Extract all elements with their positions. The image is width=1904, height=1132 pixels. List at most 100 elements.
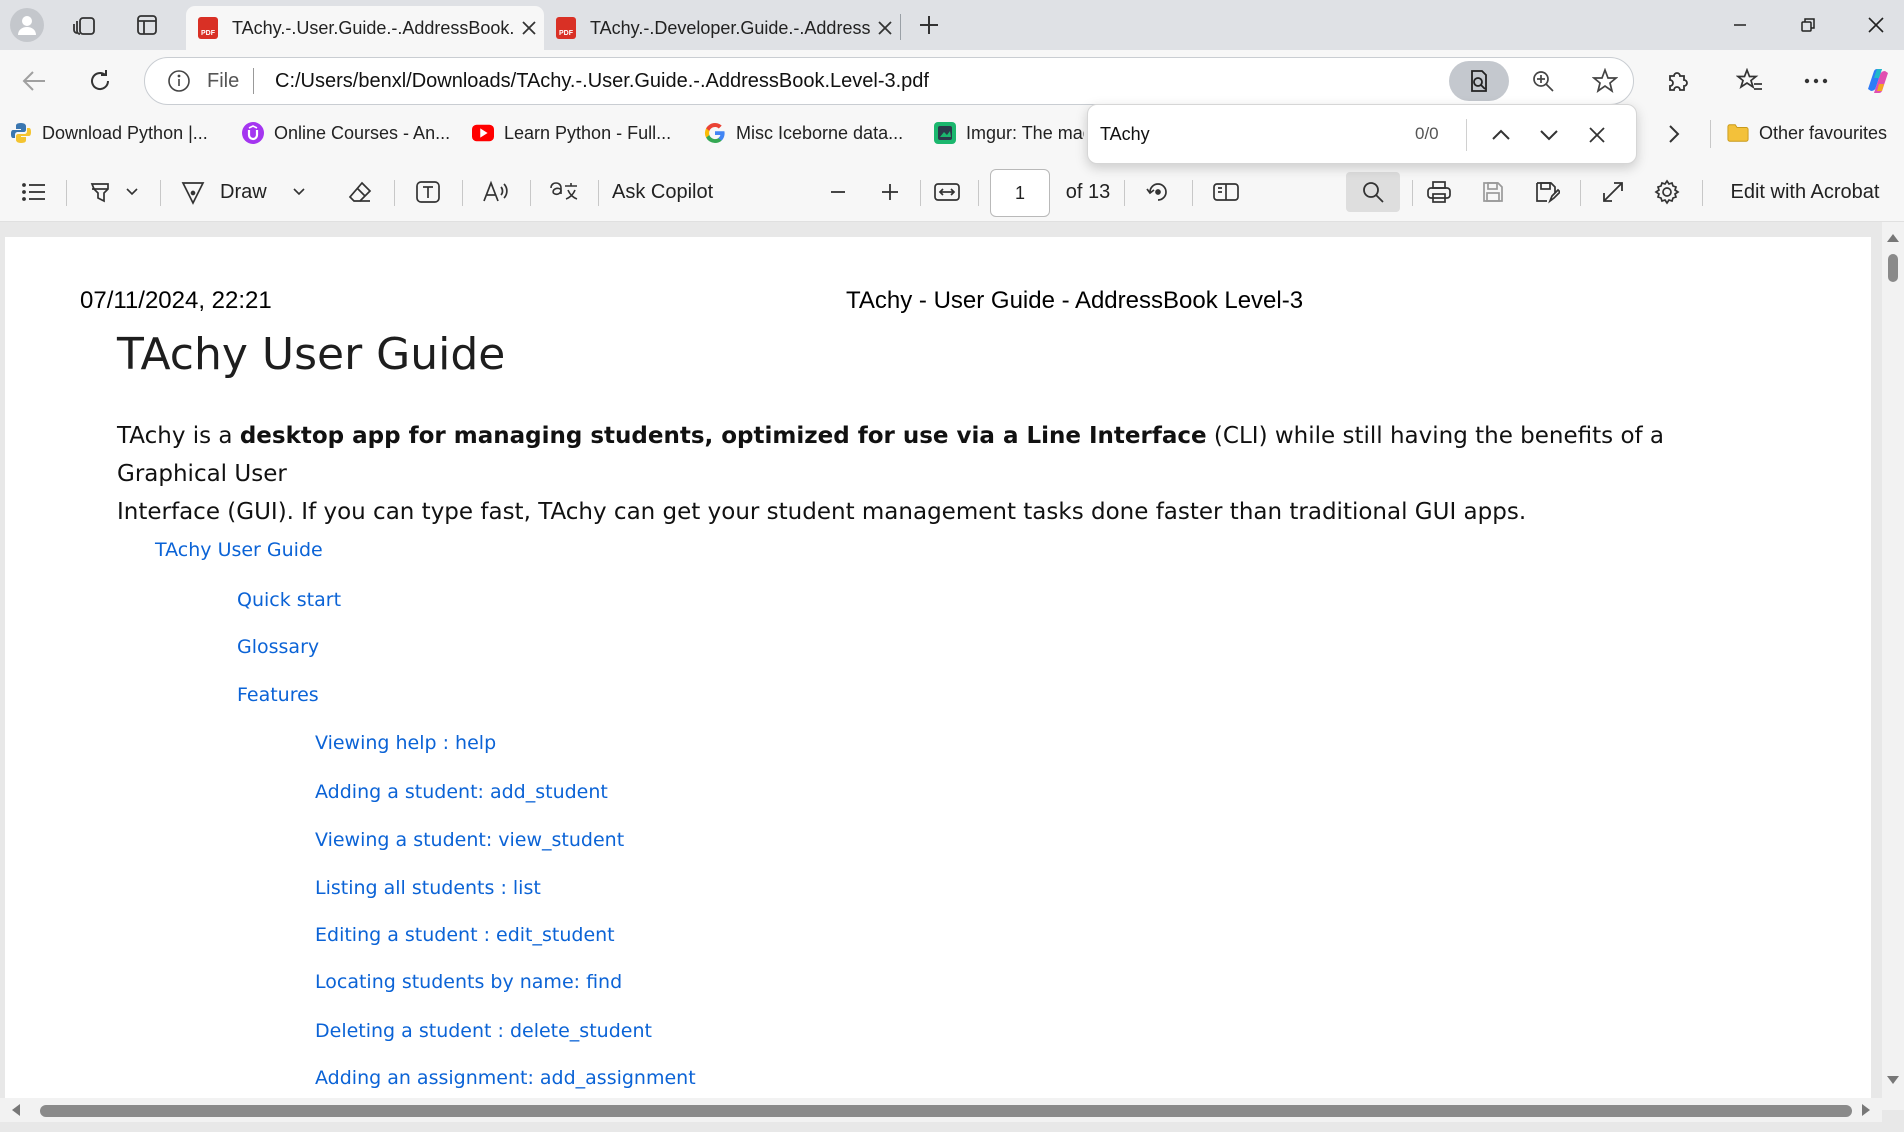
bookmark-other-favourites[interactable]: Other favourites	[1727, 122, 1887, 144]
new-tab-button[interactable]	[908, 5, 950, 45]
url-text[interactable]: C:/Users/benxl/Downloads/TAchy.-.User.Gu…	[275, 70, 929, 93]
search-pdf-button[interactable]	[1346, 172, 1400, 212]
find-next-button[interactable]	[1529, 115, 1569, 155]
favourites-button[interactable]	[1728, 59, 1772, 103]
horizontal-scrollbar[interactable]	[0, 1098, 1882, 1122]
bookmark-online-courses[interactable]: Online Courses - An...	[242, 122, 450, 144]
pdf-settings-button[interactable]	[1646, 172, 1688, 212]
toc-link[interactable]: TAchy User Guide	[155, 539, 323, 561]
navigation-bar: File C:/Users/benxl/Downloads/TAchy.-.Us…	[0, 50, 1904, 112]
read-aloud-button[interactable]	[476, 172, 516, 212]
minimize-button[interactable]	[1712, 5, 1768, 45]
toolbar-divider	[1580, 180, 1581, 206]
address-bar[interactable]: File C:/Users/benxl/Downloads/TAchy.-.Us…	[144, 57, 1634, 105]
scroll-right-arrow-icon[interactable]	[1862, 1104, 1870, 1116]
info-icon[interactable]	[167, 69, 191, 98]
toc-link[interactable]: Viewing help : help	[315, 732, 496, 754]
refresh-button[interactable]	[78, 59, 122, 103]
toc-link[interactable]: Deleting a student : delete_student	[315, 1020, 652, 1042]
toolbar-divider	[1702, 180, 1703, 206]
gear-icon	[1654, 179, 1680, 205]
vertical-scroll-thumb[interactable]	[1888, 254, 1898, 282]
erase-button[interactable]	[340, 172, 380, 212]
highlight-button[interactable]	[78, 172, 148, 212]
favourites-list-icon	[1736, 68, 1762, 90]
toc-link[interactable]: Viewing a student: view_student	[315, 829, 624, 851]
edit-with-acrobat-label: Edit with Acrobat	[1730, 180, 1880, 203]
star-icon	[1592, 68, 1618, 94]
bookmark-download-python[interactable]: Download Python |...	[10, 122, 208, 144]
chevron-down-icon	[1540, 130, 1558, 141]
ask-copilot-button[interactable]: Ask Copilot	[612, 172, 742, 212]
bookmark-label: Misc Iceborne data...	[736, 122, 904, 143]
toc-link[interactable]: Quick start	[237, 589, 341, 611]
workspaces-button[interactable]	[64, 5, 106, 45]
scroll-up-arrow-icon[interactable]	[1887, 234, 1899, 242]
tab-developer-guide[interactable]: PDF TAchy.-.Developer.Guide.-.AddressBoo…	[544, 6, 900, 50]
save-as-icon	[1536, 182, 1560, 204]
bookmark-learn-python[interactable]: Learn Python - Full...	[472, 122, 671, 144]
eraser-icon	[348, 181, 372, 202]
draw-button[interactable]: Draw	[180, 172, 316, 212]
chevron-down-icon	[293, 188, 305, 196]
extensions-button[interactable]	[1656, 59, 1700, 103]
toc-link[interactable]: Features	[237, 684, 319, 706]
vertical-tabs-button[interactable]	[126, 5, 168, 45]
bookmarks-divider	[1710, 120, 1711, 148]
contents-button[interactable]	[14, 172, 54, 212]
add-text-button[interactable]	[408, 172, 448, 212]
pdf-icon: PDF	[556, 17, 576, 39]
rotate-button[interactable]	[1138, 172, 1178, 212]
tab-user-guide[interactable]: PDF TAchy.-.User.Guide.-.AddressBook.Lev…	[186, 6, 544, 50]
translate-button[interactable]	[544, 172, 584, 212]
toc-link[interactable]: Adding a student: add_student	[315, 781, 608, 803]
zoom-in-button[interactable]	[870, 172, 910, 212]
toc-link[interactable]: Editing a student : edit_student	[315, 924, 615, 946]
toc-link[interactable]: Locating students by name: find	[315, 971, 622, 993]
toc-link[interactable]: Glossary	[237, 636, 319, 658]
save-as-button[interactable]	[1526, 172, 1568, 212]
horizontal-scroll-thumb[interactable]	[40, 1105, 1852, 1117]
intro-text: TAchy is a	[117, 423, 240, 449]
zoom-out-button[interactable]	[818, 172, 858, 212]
save-button[interactable]	[1472, 172, 1514, 212]
find-previous-button[interactable]	[1481, 115, 1521, 155]
toc-link[interactable]: Adding an assignment: add_assignment	[315, 1067, 696, 1089]
print-button[interactable]	[1418, 172, 1460, 212]
translate-icon	[550, 182, 578, 200]
toolbar-divider	[394, 180, 395, 206]
more-bookmarks-button[interactable]	[1656, 118, 1692, 150]
highlighter-icon	[90, 183, 109, 203]
close-tab-icon[interactable]	[870, 21, 900, 35]
zoom-button[interactable]	[1521, 61, 1565, 101]
settings-and-more-button[interactable]	[1794, 59, 1838, 103]
fullscreen-button[interactable]	[1592, 172, 1634, 212]
text-box-icon	[416, 181, 440, 203]
bookmark-label: Other favourites	[1759, 122, 1888, 143]
restore-button[interactable]	[1780, 5, 1836, 45]
immersive-reader-button[interactable]	[1449, 61, 1509, 101]
bookmark-misc-iceborne[interactable]: Misc Iceborne data...	[704, 122, 903, 144]
toc-link[interactable]: Listing all students : list	[315, 877, 541, 899]
toolbar-divider	[530, 180, 531, 206]
vertical-scrollbar[interactable]	[1882, 222, 1904, 1110]
bookmark-imgur[interactable]: Imgur: The mag	[934, 122, 1084, 144]
profile-button[interactable]	[6, 5, 48, 45]
find-bar: 0/0	[1087, 104, 1637, 164]
page-view-button[interactable]	[1206, 172, 1246, 212]
find-close-button[interactable]	[1577, 115, 1617, 155]
restore-icon	[1801, 18, 1815, 32]
close-window-button[interactable]	[1848, 5, 1904, 45]
rotate-icon	[1146, 183, 1167, 201]
scroll-left-arrow-icon[interactable]	[12, 1104, 20, 1116]
edit-with-acrobat-button[interactable]: Edit with Acrobat	[1712, 172, 1898, 212]
page-number-input[interactable]	[990, 169, 1050, 217]
scroll-down-arrow-icon[interactable]	[1887, 1076, 1899, 1084]
copilot-button[interactable]	[1856, 59, 1900, 103]
close-tab-icon[interactable]	[514, 21, 544, 35]
page-header-date: 07/11/2024, 22:21	[80, 287, 272, 314]
favourite-button[interactable]	[1583, 61, 1627, 101]
fit-to-width-button[interactable]	[926, 172, 968, 212]
back-button[interactable]	[12, 59, 56, 103]
find-input[interactable]	[1100, 119, 1440, 149]
